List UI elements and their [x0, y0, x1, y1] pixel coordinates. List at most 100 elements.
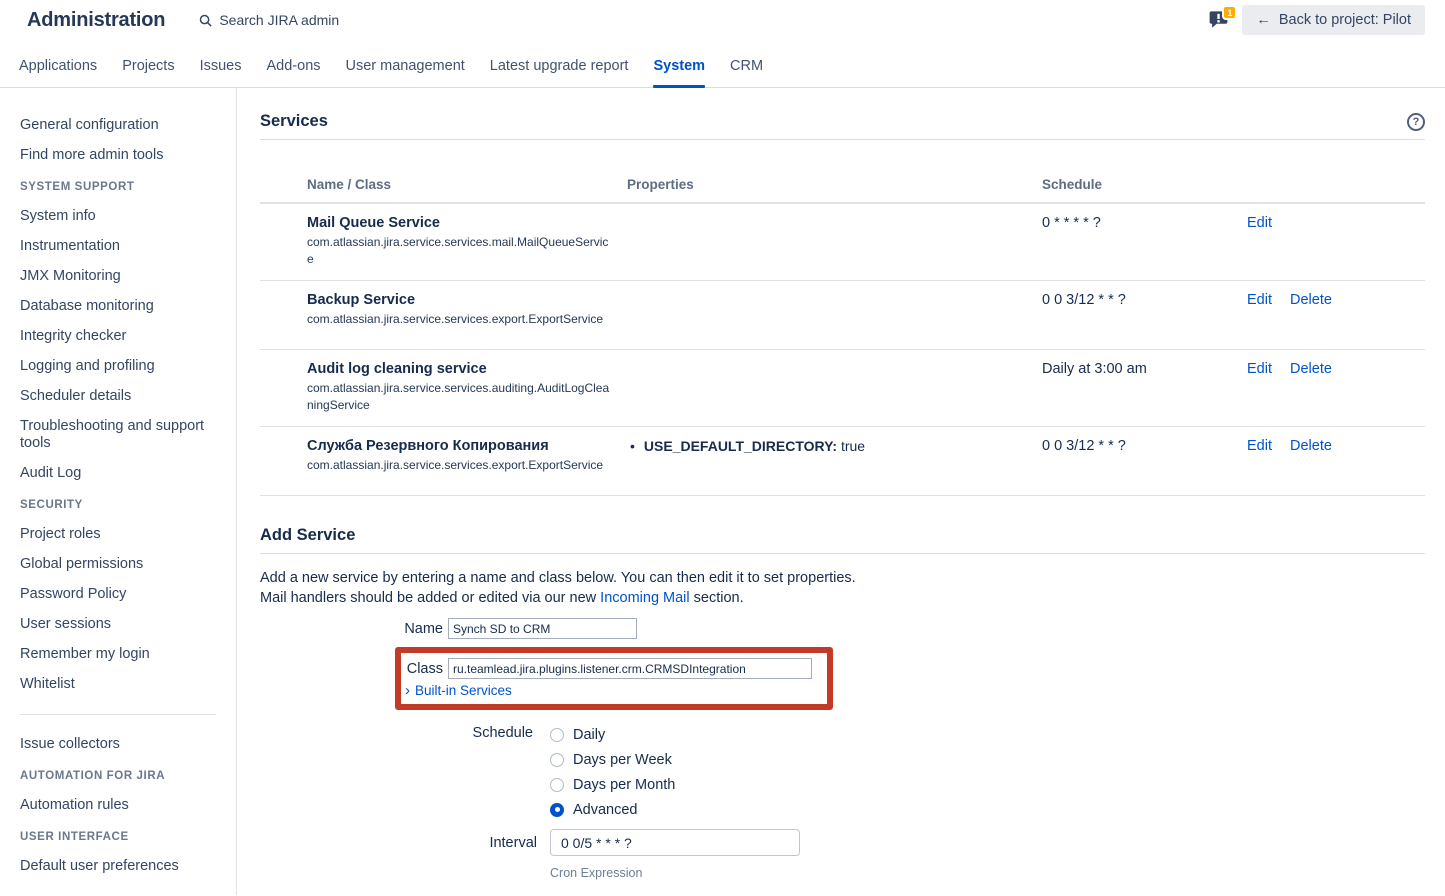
- sidebar-item-general-configuration[interactable]: General configuration: [20, 117, 224, 134]
- delete-link[interactable]: Delete: [1290, 438, 1332, 483]
- sidebar-item-user-sessions[interactable]: User sessions: [20, 616, 224, 633]
- delete-link[interactable]: Delete: [1290, 361, 1332, 414]
- table-row: Mail Queue Service com.atlassian.jira.se…: [260, 204, 1425, 281]
- property-key: USE_DEFAULT_DIRECTORY:: [644, 438, 837, 454]
- name-label: Name: [260, 621, 443, 637]
- service-class: com.atlassian.jira.service.services.expo…: [307, 311, 627, 328]
- edit-link[interactable]: Edit: [1247, 292, 1272, 337]
- add-service-section-header: Add Service: [260, 526, 1425, 554]
- tab-system[interactable]: System: [653, 40, 705, 87]
- bullet-icon: •: [630, 438, 635, 454]
- tab-projects[interactable]: Projects: [122, 40, 174, 87]
- sidebar-item-scheduler-details[interactable]: Scheduler details: [20, 388, 224, 405]
- back-to-project-button[interactable]: ← Back to project: Pilot: [1242, 5, 1425, 35]
- admin-sidebar: General configuration Find more admin to…: [0, 88, 237, 895]
- edit-link[interactable]: Edit: [1247, 215, 1272, 268]
- sidebar-item-integrity-checker[interactable]: Integrity checker: [20, 328, 224, 345]
- top-bar: Administration 1 ← Back to project: Pilo…: [0, 0, 1445, 40]
- radio-icon[interactable]: [550, 728, 564, 742]
- class-field-row: Class: [405, 658, 821, 679]
- notifications-icon[interactable]: 1: [1208, 8, 1230, 32]
- sidebar-section-automation-for-jira: AUTOMATION FOR JIRA: [20, 770, 224, 782]
- search-input[interactable]: [219, 12, 439, 28]
- service-name: Audit log cleaning service: [307, 361, 627, 377]
- sidebar-item-troubleshooting[interactable]: Troubleshooting and support tools: [20, 418, 224, 452]
- sidebar-item-automation-rules[interactable]: Automation rules: [20, 797, 224, 814]
- red-highlight-annotation: Class › Built-in Services: [395, 647, 833, 710]
- schedule-label: Schedule: [260, 722, 533, 822]
- sidebar-section-system-support: SYSTEM SUPPORT: [20, 181, 224, 193]
- property-value: true: [841, 438, 865, 454]
- interval-input[interactable]: [550, 829, 800, 856]
- help-icon[interactable]: ?: [1407, 113, 1425, 131]
- sidebar-section-security: SECURITY: [20, 499, 224, 511]
- radio-daily[interactable]: Daily: [550, 722, 675, 747]
- notification-badge: 1: [1222, 5, 1237, 20]
- radio-days-per-month[interactable]: Days per Month: [550, 772, 675, 797]
- services-table: Name / Class Properties Schedule Mail Qu…: [260, 171, 1425, 496]
- service-schedule: 0 * * * * ?: [1042, 215, 1247, 268]
- radio-selected-icon[interactable]: [550, 803, 564, 817]
- tab-crm[interactable]: CRM: [730, 40, 763, 87]
- column-properties: Properties: [627, 177, 1042, 192]
- description-line-2: Mail handlers should be added or edited …: [260, 588, 1425, 608]
- radio-icon[interactable]: [550, 753, 564, 767]
- service-schedule: 0 0 3/12 * * ?: [1042, 438, 1247, 483]
- name-input[interactable]: [448, 618, 637, 639]
- search-icon: [199, 14, 212, 27]
- service-name: Mail Queue Service: [307, 215, 627, 231]
- sidebar-item-jmx-monitoring[interactable]: JMX Monitoring: [20, 268, 224, 285]
- topbar-right: 1 ← Back to project: Pilot: [1208, 5, 1425, 35]
- sidebar-item-find-more-admin-tools[interactable]: Find more admin tools: [20, 147, 224, 164]
- sidebar-item-audit-log[interactable]: Audit Log: [20, 465, 224, 482]
- tab-applications[interactable]: Applications: [19, 40, 97, 87]
- sidebar-item-database-monitoring[interactable]: Database monitoring: [20, 298, 224, 315]
- app-title: Administration: [27, 9, 165, 32]
- service-schedule: Daily at 3:00 am: [1042, 361, 1247, 414]
- class-label: Class: [405, 661, 443, 677]
- sidebar-item-system-info[interactable]: System info: [20, 208, 224, 225]
- sidebar-item-password-policy[interactable]: Password Policy: [20, 586, 224, 603]
- table-row: Backup Service com.atlassian.jira.servic…: [260, 281, 1425, 350]
- sidebar-item-issue-collectors[interactable]: Issue collectors: [20, 736, 224, 753]
- sidebar-item-instrumentation[interactable]: Instrumentation: [20, 238, 224, 255]
- sidebar-divider: [20, 714, 216, 715]
- sidebar-item-default-user-preferences[interactable]: Default user preferences: [20, 858, 224, 875]
- radio-advanced[interactable]: Advanced: [550, 797, 675, 822]
- services-title: Services: [260, 112, 328, 131]
- sidebar-section-user-interface: USER INTERFACE: [20, 831, 224, 843]
- admin-search[interactable]: [199, 12, 439, 28]
- tab-user-management[interactable]: User management: [346, 40, 465, 87]
- table-row: Audit log cleaning service com.atlassian…: [260, 350, 1425, 427]
- interval-field-row: Interval: [260, 829, 1425, 856]
- schedule-field-row: Schedule Daily Days per Week Days per Mo…: [260, 722, 1425, 822]
- sidebar-item-global-permissions[interactable]: Global permissions: [20, 556, 224, 573]
- interval-label: Interval: [260, 835, 537, 851]
- service-schedule: 0 0 3/12 * * ?: [1042, 292, 1247, 337]
- service-class: com.atlassian.jira.service.services.expo…: [307, 457, 627, 474]
- name-field-row: Name: [260, 618, 1425, 639]
- incoming-mail-link[interactable]: Incoming Mail: [600, 590, 689, 606]
- class-input[interactable]: [448, 658, 812, 679]
- sidebar-item-project-roles[interactable]: Project roles: [20, 526, 224, 543]
- sidebar-item-whitelist[interactable]: Whitelist: [20, 676, 224, 693]
- radio-icon[interactable]: [550, 778, 564, 792]
- service-name: Служба Резервного Копирования: [307, 438, 627, 454]
- cron-expression-hint: Cron Expression: [550, 866, 1425, 880]
- services-section-header: Services ?: [260, 112, 1425, 140]
- edit-link[interactable]: Edit: [1247, 361, 1272, 414]
- tab-issues[interactable]: Issues: [200, 40, 242, 87]
- tab-latest-upgrade-report[interactable]: Latest upgrade report: [490, 40, 629, 87]
- sidebar-item-logging-and-profiling[interactable]: Logging and profiling: [20, 358, 224, 375]
- service-class: com.atlassian.jira.service.services.mail…: [307, 234, 627, 268]
- add-service-title: Add Service: [260, 526, 355, 545]
- tab-add-ons[interactable]: Add-ons: [267, 40, 321, 87]
- radio-days-per-week[interactable]: Days per Week: [550, 747, 675, 772]
- delete-link[interactable]: Delete: [1290, 292, 1332, 337]
- edit-link[interactable]: Edit: [1247, 438, 1272, 483]
- main-content: Services ? Name / Class Properties Sched…: [237, 88, 1445, 895]
- schedule-radio-group: Daily Days per Week Days per Month Advan…: [550, 722, 675, 822]
- built-in-services-link[interactable]: › Built-in Services: [405, 683, 821, 698]
- sidebar-item-remember-my-login[interactable]: Remember my login: [20, 646, 224, 663]
- built-in-services-label: Built-in Services: [415, 683, 512, 698]
